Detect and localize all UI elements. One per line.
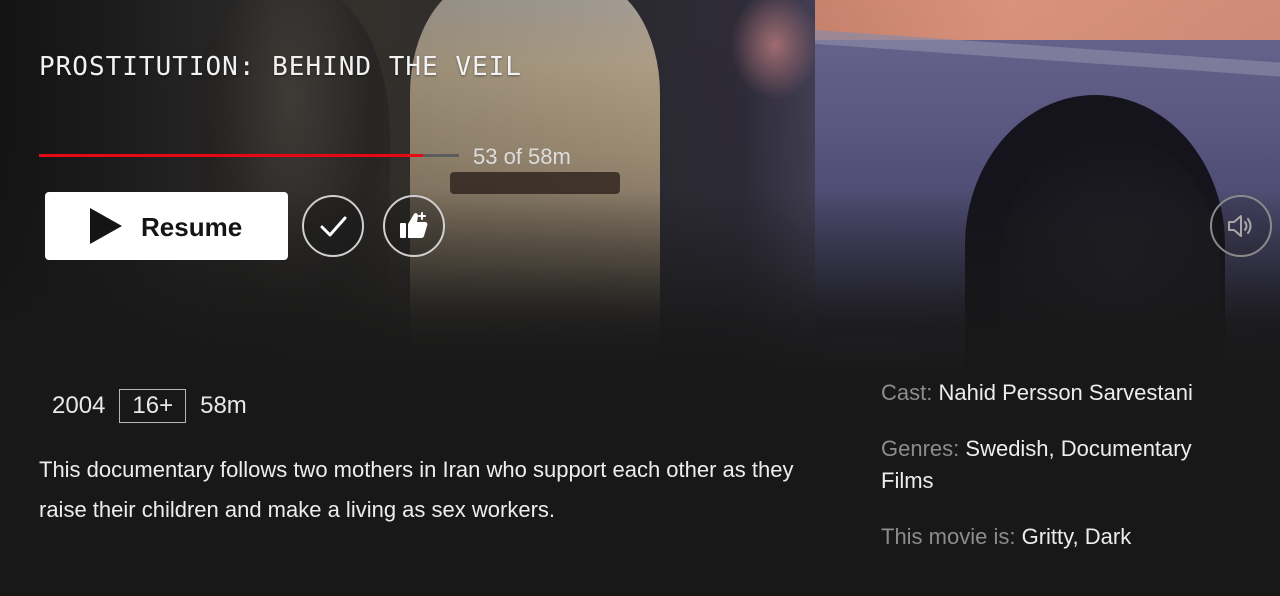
progress-text: 53 of 58m [473, 144, 571, 169]
progress-fill [39, 154, 423, 157]
synopsis: This documentary follows two mothers in … [39, 457, 794, 522]
resume-button[interactable]: Resume [45, 192, 288, 260]
moods-label: This movie is: [881, 524, 1016, 549]
cast-link[interactable]: Nahid Persson Sarvestani [938, 380, 1192, 405]
genres-info: Genres: Swedish, Documentary Films [881, 433, 1241, 497]
moods-info: This movie is: Gritty, Dark [881, 521, 1241, 553]
moods-link[interactable]: Gritty, Dark [1022, 524, 1132, 549]
speaker-icon [1225, 210, 1257, 242]
rate-button[interactable] [383, 195, 445, 257]
release-year: 2004 [52, 392, 106, 419]
my-list-button[interactable] [302, 195, 364, 257]
audio-toggle-button[interactable] [1210, 195, 1272, 257]
maturity-rating-badge: 16+ [119, 389, 187, 423]
thumbs-up-icon [397, 209, 431, 243]
play-icon [88, 208, 124, 244]
genres-label: Genres: [881, 436, 960, 461]
duration: 58m [200, 392, 247, 419]
title-logo: PROSTITUTION: BEHIND THE VEIL [39, 52, 522, 82]
cast-label: Cast: [881, 380, 933, 405]
title-detail-modal: PROSTITUTION: BEHIND THE VEIL 53 of 58m … [0, 0, 1280, 596]
check-icon [318, 211, 348, 241]
title-metadata: 2004 16+ 58m [52, 388, 247, 424]
resume-button-label: Resume [141, 212, 243, 242]
cast-info: Cast: Nahid Persson Sarvestani [881, 377, 1241, 409]
progress-bar [39, 154, 459, 157]
